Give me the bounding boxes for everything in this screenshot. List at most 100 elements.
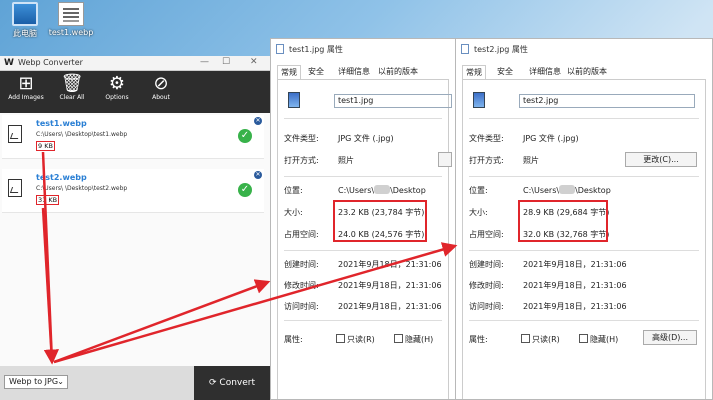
created-value: 2021年9月18日，21:31:06 bbox=[523, 260, 627, 269]
divider bbox=[284, 250, 442, 251]
add-images-button[interactable]: ⊞ Add Images bbox=[6, 73, 46, 102]
item-path: C:\Users\ \Desktop\test1.webp bbox=[36, 131, 128, 138]
dialog-titlebar[interactable]: test2.jpg 属性 bbox=[456, 39, 712, 59]
dialog-titlebar[interactable]: test1.jpg 属性 bbox=[271, 39, 455, 59]
type-label: 文件类型: bbox=[284, 134, 319, 143]
disk-size-label: 占用空间: bbox=[469, 230, 504, 239]
computer-icon bbox=[12, 2, 38, 26]
desktop-icon-this-pc[interactable]: 此电脑 bbox=[0, 2, 50, 39]
divider bbox=[469, 250, 699, 251]
filename-field[interactable]: test2.jpg bbox=[519, 94, 695, 108]
modified-value: 2021年9月18日，21:31:06 bbox=[523, 281, 627, 290]
chevron-down-icon: ⌄ bbox=[57, 377, 64, 386]
size-highlight bbox=[333, 200, 427, 242]
converter-titlebar[interactable]: W Webp Converter — ☐ ✕ bbox=[0, 56, 270, 71]
desktop-icon-label: test1.webp bbox=[48, 28, 94, 37]
properties-dialog-test1: test1.jpg 属性 常规 安全 详细信息 以前的版本 test1.jpg … bbox=[270, 38, 456, 400]
window-title: Webp Converter bbox=[18, 58, 83, 67]
attributes-label: 属性: bbox=[284, 335, 303, 344]
general-pane: test2.jpg 文件类型: JPG 文件 (.jpg) 打开方式: 照片 更… bbox=[462, 79, 706, 399]
desktop-icon-label: 此电脑 bbox=[13, 29, 37, 38]
format-select[interactable]: Webp to JPG ⌄ bbox=[4, 375, 68, 389]
type-value: JPG 文件 (.jpg) bbox=[523, 134, 579, 143]
jpg-file-icon bbox=[288, 92, 300, 108]
readonly-checkbox[interactable]: 只读(R) bbox=[521, 334, 560, 345]
type-label: 文件类型: bbox=[469, 134, 504, 143]
size-label: 大小: bbox=[284, 208, 303, 217]
remove-item-icon[interactable]: ✕ bbox=[254, 117, 262, 125]
list-item[interactable]: test2.webp C:\Users\ \Desktop\test2.webp… bbox=[2, 169, 264, 213]
location-label: 位置: bbox=[284, 186, 303, 195]
open-with-label: 打开方式: bbox=[284, 156, 319, 165]
close-icon[interactable]: ✕ bbox=[250, 57, 258, 67]
checkmark-icon: ✓ bbox=[238, 183, 252, 197]
options-button[interactable]: ⚙ Options bbox=[97, 73, 137, 102]
file-icon bbox=[461, 44, 469, 54]
desktop-icon-test1-webp[interactable]: test1.webp bbox=[46, 2, 96, 37]
modified-label: 修改时间: bbox=[284, 281, 319, 290]
compass-icon: ⊘ bbox=[153, 73, 169, 94]
location-value: C:\Users\ \Desktop bbox=[338, 185, 426, 195]
image-list: test1.webp C:\Users\ \Desktop\test1.webp… bbox=[0, 113, 270, 366]
tab-general[interactable]: 常规 bbox=[462, 65, 486, 80]
accessed-label: 访问时间: bbox=[284, 302, 319, 311]
open-with-value: 照片 bbox=[338, 156, 354, 165]
properties-dialog-test2: test2.jpg 属性 常规 安全 详细信息 以前的版本 test2.jpg … bbox=[455, 38, 713, 400]
change-button[interactable]: 更改(C)... bbox=[625, 152, 697, 167]
clear-all-button[interactable]: 🗑 Clear All bbox=[52, 74, 92, 102]
minimize-icon[interactable]: — bbox=[200, 57, 209, 67]
item-size: 31 KB bbox=[36, 195, 60, 205]
accessed-label: 访问时间: bbox=[469, 302, 504, 311]
file-icon bbox=[276, 44, 284, 54]
divider bbox=[469, 118, 699, 119]
tab-previous-versions[interactable]: 以前的版本 bbox=[375, 65, 421, 79]
hidden-checkbox[interactable]: 隐藏(H) bbox=[579, 334, 618, 345]
divider bbox=[469, 320, 699, 321]
jpg-file-icon bbox=[473, 92, 485, 108]
accessed-value: 2021年9月18日，21:31:06 bbox=[523, 302, 627, 311]
maximize-icon[interactable]: ☐ bbox=[222, 57, 230, 67]
open-with-value: 照片 bbox=[523, 156, 539, 165]
about-button[interactable]: ⊘ About bbox=[141, 73, 181, 102]
size-label: 大小: bbox=[469, 208, 488, 217]
tab-details[interactable]: 详细信息 bbox=[335, 65, 373, 79]
image-file-icon bbox=[8, 179, 22, 197]
tab-previous-versions[interactable]: 以前的版本 bbox=[564, 65, 610, 79]
location-label: 位置: bbox=[469, 186, 488, 195]
add-images-icon: ⊞ bbox=[18, 73, 34, 94]
remove-item-icon[interactable]: ✕ bbox=[254, 171, 262, 179]
tab-security[interactable]: 安全 bbox=[494, 65, 516, 79]
attributes-label: 属性: bbox=[469, 335, 488, 344]
divider bbox=[284, 320, 442, 321]
accessed-value: 2021年9月18日，21:31:06 bbox=[338, 302, 442, 311]
divider bbox=[284, 118, 442, 119]
format-value: Webp to JPG bbox=[9, 377, 59, 386]
tool-label: Clear All bbox=[59, 94, 85, 101]
checkmark-icon: ✓ bbox=[238, 129, 252, 143]
dialog-title: test1.jpg 属性 bbox=[289, 45, 343, 54]
created-value: 2021年9月18日，21:31:06 bbox=[338, 260, 442, 269]
image-file-icon bbox=[8, 125, 22, 143]
advanced-button[interactable]: 高级(D)... bbox=[643, 330, 697, 345]
converter-toolbar: ⊞ Add Images 🗑 Clear All ⚙ Options ⊘ Abo… bbox=[0, 71, 270, 113]
readonly-checkbox[interactable]: 只读(R) bbox=[336, 334, 375, 345]
convert-button[interactable]: ⟳ Convert bbox=[194, 366, 270, 400]
created-label: 创建时间: bbox=[284, 260, 319, 269]
filename-field[interactable]: test1.jpg bbox=[334, 94, 452, 108]
disk-size-label: 占用空间: bbox=[284, 230, 319, 239]
dialog-title: test2.jpg 属性 bbox=[474, 45, 528, 54]
hidden-checkbox[interactable]: 隐藏(H) bbox=[394, 334, 433, 345]
item-size: 9 KB bbox=[36, 141, 55, 151]
app-logo-icon: W bbox=[4, 58, 14, 68]
created-label: 创建时间: bbox=[469, 260, 504, 269]
change-button-partial[interactable] bbox=[438, 152, 452, 167]
list-item[interactable]: test1.webp C:\Users\ \Desktop\test1.webp… bbox=[2, 115, 264, 159]
tab-security[interactable]: 安全 bbox=[305, 65, 327, 79]
tab-details[interactable]: 详细信息 bbox=[526, 65, 564, 79]
type-value: JPG 文件 (.jpg) bbox=[338, 134, 394, 143]
divider bbox=[284, 176, 442, 177]
gear-icon: ⚙ bbox=[108, 73, 126, 94]
webp-converter-window: W Webp Converter — ☐ ✕ ⊞ Add Images 🗑 Cl… bbox=[0, 56, 270, 400]
open-with-label: 打开方式: bbox=[469, 156, 504, 165]
tab-general[interactable]: 常规 bbox=[277, 65, 301, 80]
